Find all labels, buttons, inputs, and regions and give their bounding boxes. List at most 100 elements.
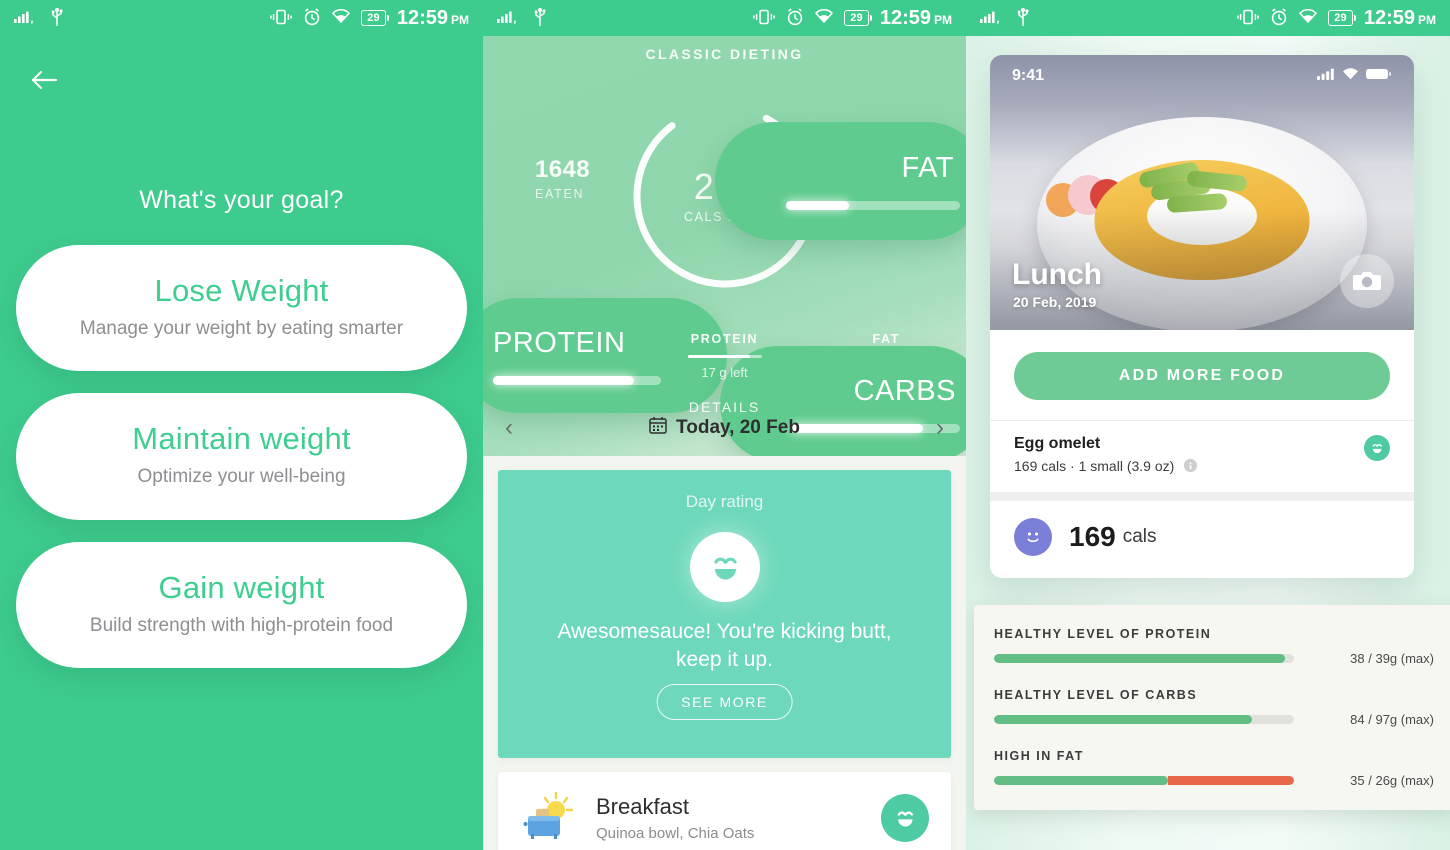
eaten-value: 1648 (535, 156, 590, 183)
status-time: 12:59 (1363, 6, 1415, 29)
battery-icon (1366, 67, 1392, 85)
cellular-icon (1317, 67, 1335, 85)
nutrition-label: HIGH IN FAT (994, 749, 1084, 763)
grin-face-icon[interactable] (1364, 435, 1390, 461)
usb-icon (50, 7, 64, 30)
status-clock: 12:59 PM (1364, 7, 1436, 30)
screen-goal-chooser: 29 12:59 PM What's your goal? Lose Weight… (0, 0, 483, 850)
alarm-icon (786, 7, 804, 29)
add-more-food-button[interactable]: ADD MORE FOOD (1014, 352, 1390, 400)
date-label: Today, 20 Feb (676, 417, 800, 438)
nutrition-label: HEALTHY LEVEL OF PROTEIN (994, 627, 1212, 641)
wifi-icon (1299, 9, 1318, 27)
status-clock: 12:59 PM (397, 7, 469, 30)
wifi-icon (1342, 67, 1359, 85)
food-name: Egg omelet (1014, 435, 1101, 452)
usb-icon (533, 7, 547, 30)
wifi-icon (332, 9, 351, 27)
signal-icon (14, 9, 36, 28)
eaten-stat: 1648 EATEN (535, 156, 590, 201)
ios-time: 9:41 (1012, 67, 1045, 84)
nutrition-row-protein: HEALTHY LEVEL OF PROTEIN 38 / 39g (max) (994, 627, 1434, 666)
macro-summary-left: 17 g left (701, 365, 748, 380)
battery-level: 29 (850, 12, 863, 24)
page-title: What's your goal? (139, 186, 344, 214)
goal-card-gain-weight[interactable]: Gain weight Build strength with high-pro… (16, 541, 467, 668)
status-bar: 29 12:59 PM (966, 0, 1450, 36)
screens-container: 29 12:59 PM What's your goal? Lose Weight… (0, 0, 1450, 850)
alarm-icon (1270, 7, 1288, 29)
vibrate-icon (1237, 9, 1260, 28)
screen-dashboard: 29 12:59PM CLASSIC DIETING 293 CALS LEFT… (483, 0, 966, 850)
date-navigation: ‹ Today, 20 Feb › (483, 400, 966, 456)
grin-face-icon[interactable] (881, 794, 929, 842)
info-icon[interactable] (1183, 458, 1198, 476)
day-rating-card: Day rating Awesomesauce! You're kicking … (498, 470, 951, 758)
goal-title: Lose Weight (154, 273, 329, 308)
nutrition-label: HEALTHY LEVEL OF CARBS (994, 688, 1198, 702)
alarm-icon (303, 7, 321, 29)
status-bar: 29 12:59 PM (0, 0, 483, 36)
nutrition-levels-card: HEALTHY LEVEL OF PROTEIN 38 / 39g (max) … (974, 605, 1450, 810)
calorie-unit: cals (1122, 526, 1157, 547)
back-arrow-icon[interactable] (26, 62, 62, 98)
usb-icon (1016, 7, 1030, 30)
nutrition-bar (994, 715, 1294, 724)
meal-date: 20 Feb, 2019 (1013, 294, 1097, 310)
prev-day-button[interactable]: ‹ (505, 416, 513, 440)
status-ampm: PM (934, 12, 952, 27)
camera-icon[interactable] (1340, 254, 1394, 308)
meal-subtitle: Quinoa bowl, Chia Oats (596, 825, 755, 842)
macro-pill-fat[interactable]: FAT (715, 122, 966, 240)
goal-description: Optimize your well-being (137, 466, 346, 488)
battery-level: 29 (367, 12, 380, 24)
ios-status-bar: 9:41 (990, 55, 1414, 97)
status-time: 12:59 (879, 6, 931, 29)
calorie-dashboard: CLASSIC DIETING 293 CALS LEFT 1648 EATEN… (483, 36, 966, 456)
macro-summary-bar (687, 355, 762, 358)
food-meta: 169 cals · 1 small (3.9 oz) (1014, 458, 1198, 476)
nutrition-bar (994, 776, 1294, 785)
battery-icon: 29 (1328, 10, 1356, 26)
status-ampm: PM (451, 12, 469, 27)
goal-description: Build strength with high-protein food (89, 614, 394, 636)
macro-pill-bar (786, 201, 960, 210)
goal-title: Maintain weight (132, 421, 351, 457)
signal-icon (497, 9, 519, 28)
nutrition-value: 38 / 39g (max) (1350, 651, 1434, 666)
nutrition-bar (994, 654, 1294, 663)
nutrition-row-fat: HIGH IN FAT 35 / 26g (max) (994, 749, 1434, 788)
vibrate-icon (753, 9, 776, 28)
next-day-button[interactable]: › (936, 416, 944, 440)
goal-title: Gain weight (158, 569, 325, 605)
day-rating-message: Awesomesauce! You're kicking butt, keep … (557, 620, 892, 672)
wifi-icon (815, 9, 834, 27)
calendar-icon (649, 416, 667, 440)
screen-meal-detail: 29 12:59 PM 9:41 Lunch 20 Feb, 2019 ADD … (966, 0, 1450, 850)
vibrate-icon (270, 9, 293, 28)
food-item-row[interactable]: Egg omelet 169 cals · 1 small (3.9 oz) (990, 420, 1414, 492)
food-meta-text: 169 cals · 1 small (3.9 oz) (1014, 458, 1175, 474)
status-bar: 29 12:59 PM (483, 0, 966, 36)
meal-row-text: Breakfast Quinoa bowl, Chia Oats (596, 794, 754, 842)
calorie-value: 169 (1069, 521, 1116, 552)
status-time: 12:59 (396, 6, 448, 29)
signal-icon (980, 9, 1002, 28)
current-date[interactable]: Today, 20 Feb (649, 416, 800, 440)
toaster-sun-icon (520, 787, 578, 850)
meal-title: Breakfast (596, 794, 689, 819)
diet-plan-title: CLASSIC DIETING (645, 46, 804, 62)
goal-card-list: Lose Weight Manage your weight by eating… (16, 245, 467, 668)
day-rating-title: Day rating (685, 492, 764, 511)
meal-detail-card: 9:41 Lunch 20 Feb, 2019 ADD MORE FOOD Eg… (990, 55, 1414, 578)
macro-summary-fat-label: FAT (872, 332, 900, 346)
goal-card-maintain-weight[interactable]: Maintain weight Optimize your well-being (16, 393, 467, 520)
status-clock: 12:59 PM (880, 7, 952, 30)
see-more-button[interactable]: SEE MORE (656, 684, 793, 720)
meal-row-breakfast[interactable]: Breakfast Quinoa bowl, Chia Oats (498, 772, 951, 850)
battery-level: 29 (1334, 12, 1347, 24)
goal-card-lose-weight[interactable]: Lose Weight Manage your weight by eating… (16, 245, 467, 372)
section-divider (990, 492, 1414, 501)
status-ampm: PM (1418, 12, 1436, 27)
eaten-label: EATEN (535, 187, 585, 201)
